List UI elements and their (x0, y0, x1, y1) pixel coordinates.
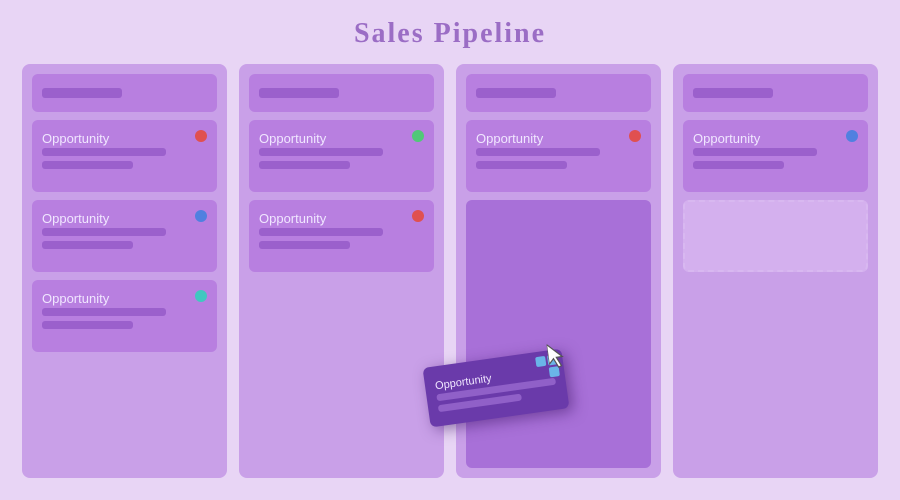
card-2-1-dot (412, 130, 424, 142)
card-1-2[interactable]: Opportunity (32, 200, 217, 272)
card-1-2-title: Opportunity (42, 211, 109, 226)
card-2-2[interactable]: Opportunity (249, 200, 434, 272)
card-2-2-title: Opportunity (259, 211, 326, 226)
column-4: Opportunity (673, 64, 878, 478)
page-title: Sales Pipeline (0, 0, 900, 64)
column-3-placeholder (466, 200, 651, 468)
column-4-header (683, 74, 868, 112)
card-2-1-bar2 (259, 161, 350, 169)
card-4-1[interactable]: Opportunity (683, 120, 868, 192)
card-3-1-dot (629, 130, 641, 142)
card-1-1-dot (195, 130, 207, 142)
card-1-3-bar2 (42, 321, 133, 329)
card-1-1-title: Opportunity (42, 131, 109, 146)
column-1: Opportunity Opportunity Opportunity (22, 64, 227, 478)
kanban-board: Opportunity Opportunity Opportunity Oppo… (0, 64, 900, 494)
card-2-2-bar2 (259, 241, 350, 249)
card-1-3[interactable]: Opportunity (32, 280, 217, 352)
card-3-1-bar2 (476, 161, 567, 169)
card-4-1-title: Opportunity (693, 131, 760, 146)
card-3-1[interactable]: Opportunity (466, 120, 651, 192)
card-3-1-bar1 (476, 148, 600, 156)
column-2-header-bar (259, 88, 339, 98)
card-1-1-bar1 (42, 148, 166, 156)
column-3-header (466, 74, 651, 112)
column-3-header-bar (476, 88, 556, 98)
column-3: Opportunity Opportunity (456, 64, 661, 478)
card-1-2-dot (195, 210, 207, 222)
card-4-1-bar1 (693, 148, 817, 156)
card-2-2-dot (412, 210, 424, 222)
column-2-header (249, 74, 434, 112)
card-1-3-dot (195, 290, 207, 302)
card-1-3-bar1 (42, 308, 166, 316)
card-3-1-title: Opportunity (476, 131, 543, 146)
drop-target[interactable] (683, 200, 868, 272)
card-2-1-bar1 (259, 148, 383, 156)
card-2-1-title: Opportunity (259, 131, 326, 146)
card-1-1[interactable]: Opportunity (32, 120, 217, 192)
card-2-1[interactable]: Opportunity (249, 120, 434, 192)
card-1-3-title: Opportunity (42, 291, 109, 306)
card-4-1-bar2 (693, 161, 784, 169)
card-1-1-bar2 (42, 161, 133, 169)
card-2-2-bar1 (259, 228, 383, 236)
column-2: Opportunity Opportunity (239, 64, 444, 478)
drag-icon-sq-3 (537, 368, 548, 379)
column-4-header-bar (693, 88, 773, 98)
cursor-icon (546, 341, 574, 372)
card-1-2-bar1 (42, 228, 166, 236)
column-1-header-bar (42, 88, 122, 98)
drag-icon-sq-1 (535, 356, 546, 367)
card-4-1-dot (846, 130, 858, 142)
column-1-header (32, 74, 217, 112)
card-1-2-bar2 (42, 241, 133, 249)
